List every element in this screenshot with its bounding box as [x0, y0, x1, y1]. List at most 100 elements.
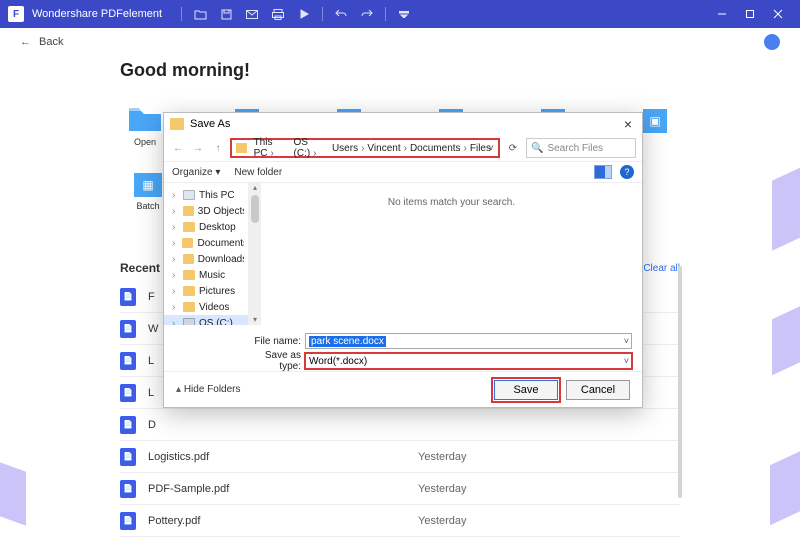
- nav-up-icon[interactable]: ↑: [210, 140, 226, 156]
- file-row[interactable]: 📄PDF-Sample.pdfYesterday: [120, 473, 680, 505]
- search-input[interactable]: 🔍 Search Files: [526, 138, 636, 158]
- folder-tree: ›This PC›3D Objects›Desktop›Documents›Do…: [164, 183, 249, 325]
- separator: [385, 7, 386, 21]
- empty-message: No items match your search.: [261, 183, 642, 325]
- dialog-toolbar: Organize ▾ New folder ?: [164, 161, 642, 183]
- tree-item-label: Pictures: [199, 286, 235, 297]
- chevron-down-icon[interactable]: ˅: [624, 356, 629, 366]
- redo-icon[interactable]: [359, 6, 375, 22]
- play-icon[interactable]: [296, 6, 312, 22]
- recent-title: Recent: [120, 261, 160, 275]
- type-select[interactable]: Word(*.docx) ˅: [305, 353, 632, 369]
- breadcrumb-segment[interactable]: Users: [332, 143, 364, 154]
- back-label[interactable]: Back: [39, 36, 63, 48]
- tree-item[interactable]: › This PC: [164, 187, 248, 203]
- page-greeting: Good morning!: [120, 60, 680, 81]
- organize-menu[interactable]: Organize ▾: [172, 167, 220, 178]
- save-as-dialog: Save As × ← → ↑ This PCOS (C:)UsersVince…: [163, 112, 643, 408]
- tree-scrollbar[interactable]: ▴▾: [249, 183, 261, 325]
- filename-label: File name:: [246, 336, 301, 347]
- breadcrumb-segment[interactable]: OS (C:): [294, 137, 329, 159]
- expand-icon[interactable]: ›: [172, 238, 178, 249]
- clear-all-link[interactable]: Clear all: [643, 263, 680, 274]
- mail-icon[interactable]: [244, 6, 260, 22]
- tree-item[interactable]: › Music: [164, 267, 248, 283]
- back-arrow-icon[interactable]: ←: [20, 36, 31, 48]
- undo-icon[interactable]: [333, 6, 349, 22]
- expand-icon[interactable]: ›: [172, 318, 179, 326]
- nav-forward-icon[interactable]: →: [190, 140, 206, 156]
- dialog-nav: ← → ↑ This PCOS (C:)UsersVincentDocument…: [164, 135, 642, 161]
- pdf-icon: 📄: [120, 352, 136, 370]
- action-open-label: Open: [134, 137, 156, 147]
- breadcrumb-segment[interactable]: Documents: [410, 143, 467, 154]
- search-icon: 🔍: [531, 143, 543, 154]
- pdf-icon: 📄: [120, 384, 136, 402]
- user-avatar[interactable]: [764, 34, 780, 50]
- tree-item-label: Documents: [197, 238, 244, 249]
- tree-item-icon: [183, 302, 195, 312]
- separator: [181, 7, 182, 21]
- folder-icon: [170, 118, 184, 130]
- tree-item-label: OS (C:): [199, 318, 233, 326]
- tree-item[interactable]: ›3D Objects: [164, 203, 248, 219]
- tree-item[interactable]: › Documents: [164, 235, 248, 251]
- dialog-titlebar: Save As ×: [164, 113, 642, 135]
- save-icon[interactable]: [218, 6, 234, 22]
- app-title: Wondershare PDFelement: [32, 8, 162, 20]
- expand-icon[interactable]: ›: [172, 190, 179, 201]
- tree-item-icon: [183, 318, 195, 325]
- save-button[interactable]: Save: [494, 380, 558, 400]
- filename-input[interactable]: park scene.docx ˅: [305, 333, 632, 349]
- expand-icon[interactable]: ›: [172, 222, 179, 233]
- file-name: Logistics.pdf: [148, 451, 418, 463]
- hide-folders-toggle[interactable]: Hide Folders: [176, 384, 241, 395]
- tree-item-icon: [183, 270, 195, 280]
- pdf-icon: 📄: [120, 448, 136, 466]
- chevron-down-icon[interactable]: ˅: [488, 143, 494, 154]
- tree-item[interactable]: › Downloads: [164, 251, 248, 267]
- file-row[interactable]: 📄Pottery.pdfYesterday: [120, 505, 680, 537]
- window-close[interactable]: [764, 0, 792, 28]
- tree-item-label: This PC: [199, 190, 235, 201]
- window-maximize[interactable]: [736, 0, 764, 28]
- more-icon[interactable]: [396, 6, 412, 22]
- expand-icon[interactable]: ›: [172, 206, 179, 217]
- search-placeholder: Search Files: [547, 143, 603, 154]
- tree-item[interactable]: › Desktop: [164, 219, 248, 235]
- breadcrumb-segment[interactable]: This PC: [254, 137, 291, 159]
- expand-icon[interactable]: ›: [172, 254, 179, 265]
- chevron-down-icon[interactable]: ˅: [624, 336, 629, 346]
- scrollbar[interactable]: [678, 266, 682, 498]
- nav-back-icon[interactable]: ←: [170, 140, 186, 156]
- expand-icon[interactable]: ›: [172, 302, 179, 313]
- help-icon[interactable]: ?: [620, 165, 634, 179]
- tree-item-label: Music: [199, 270, 225, 281]
- tree-item[interactable]: › Pictures: [164, 283, 248, 299]
- cancel-button[interactable]: Cancel: [566, 380, 630, 400]
- window-minimize[interactable]: [708, 0, 736, 28]
- file-row[interactable]: 📄 Logistics.pdfYesterday: [120, 441, 680, 473]
- new-folder-button[interactable]: New folder: [234, 167, 282, 178]
- type-value: Word(*.docx): [309, 356, 367, 367]
- expand-icon[interactable]: ›: [172, 270, 179, 281]
- view-mode-button[interactable]: [594, 165, 612, 179]
- tree-item[interactable]: › OS (C:): [164, 315, 248, 325]
- refresh-icon[interactable]: ⟳: [504, 139, 522, 157]
- separator: [322, 7, 323, 21]
- tree-item-icon: [183, 286, 195, 296]
- file-date: Yesterday: [418, 451, 467, 463]
- breadcrumb-segment[interactable]: Vincent: [367, 143, 407, 154]
- tree-item[interactable]: ›Videos: [164, 299, 248, 315]
- expand-icon[interactable]: ›: [172, 286, 179, 297]
- breadcrumb[interactable]: This PCOS (C:)UsersVincentDocumentsFiles…: [230, 138, 500, 158]
- tree-item-label: Desktop: [199, 222, 236, 233]
- tree-item-label: Downloads: [198, 254, 244, 265]
- open-icon[interactable]: [192, 6, 208, 22]
- print-icon[interactable]: [270, 6, 286, 22]
- dialog-title: Save As: [190, 118, 230, 130]
- type-label: Save as type:: [246, 350, 301, 372]
- tree-item-icon: [183, 190, 195, 200]
- file-row[interactable]: 📄D: [120, 409, 680, 441]
- dialog-close-button[interactable]: ×: [620, 116, 636, 132]
